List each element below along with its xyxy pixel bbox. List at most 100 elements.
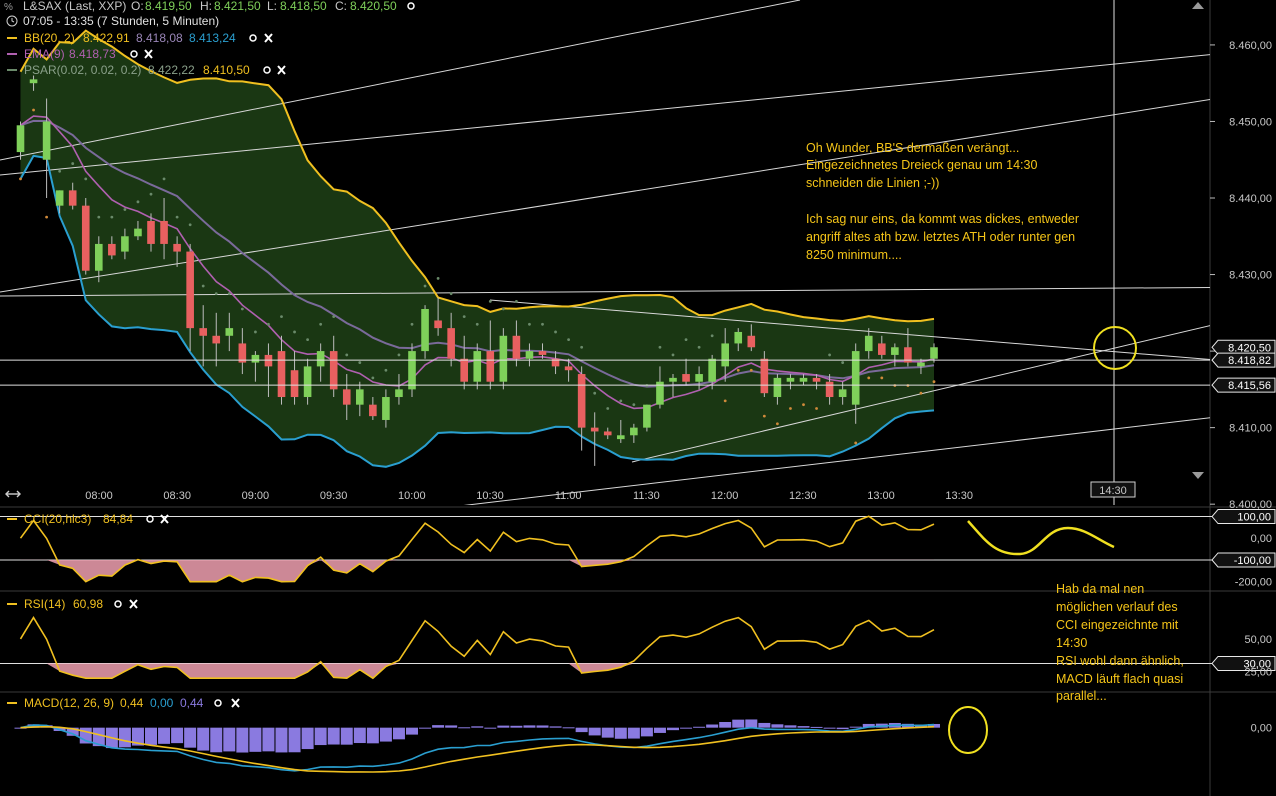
- time-tick-label: 10:00: [398, 490, 426, 502]
- psar-dot: [175, 215, 179, 219]
- psar-dot: [762, 414, 766, 418]
- svg-text:RSI wohl dann ähnlich,: RSI wohl dann ähnlich,: [1056, 654, 1184, 668]
- macd-histogram-bar: [823, 727, 836, 729]
- candle-body: [108, 243, 116, 256]
- psar-dot: [371, 376, 375, 380]
- ema-settings-icon[interactable]: [130, 50, 138, 58]
- psar-dot: [671, 353, 675, 357]
- candle-body: [408, 351, 416, 390]
- candle-body: [186, 251, 194, 329]
- candle-body: [617, 435, 625, 440]
- macd-histogram-bar: [523, 725, 536, 728]
- intersection-circle-macd: [948, 706, 988, 754]
- psar-dot: [736, 368, 740, 372]
- candle-body: [538, 351, 547, 355]
- scroll-up-icon[interactable]: [1192, 2, 1204, 9]
- psar-dot: [919, 391, 923, 395]
- candle-body: [590, 427, 599, 432]
- candle-body: [682, 374, 690, 382]
- rsi-settings-icon[interactable]: [114, 600, 122, 608]
- open-value: 8.419,50: [145, 0, 192, 13]
- legend-bb[interactable]: BB(20, 2) 8.422,91 8.418,08 8.413,24: [7, 31, 273, 45]
- candle-body: [799, 377, 808, 382]
- legend-macd[interactable]: MACD(12, 26, 9) 0,44 0,00 0,44: [7, 696, 240, 710]
- macd-histogram-bar: [640, 727, 653, 737]
- psar-dot: [541, 322, 544, 326]
- macd-histogram-bar: [758, 722, 771, 728]
- rsi-close-icon[interactable]: [129, 599, 138, 609]
- price-axis: 8.400,008.410,008.420,008.430,008.440,00…: [1210, 40, 1272, 511]
- macd-histogram-bar: [549, 726, 562, 728]
- candle-body: [356, 389, 364, 405]
- price-tick-label: 8.450,00: [1229, 116, 1272, 128]
- trend-line: [1209, 25, 1210, 26]
- psar-dot: [58, 169, 62, 173]
- macd-settings-icon[interactable]: [214, 699, 222, 707]
- macd-histogram-bar: [719, 721, 732, 728]
- macd-histogram-bar: [184, 727, 197, 748]
- psar-dot: [749, 368, 753, 372]
- candle-body: [878, 343, 886, 355]
- macd-histogram-bar: [666, 727, 680, 731]
- psar-dot: [776, 422, 779, 426]
- time-tick-label: 11:30: [633, 490, 660, 502]
- price-pane[interactable]: [0, 0, 1276, 560]
- chart-canvas[interactable]: 8.400,008.410,008.420,008.430,008.440,00…: [0, 0, 1276, 796]
- psar-dot: [254, 330, 257, 334]
- macd-pane[interactable]: [14, 719, 941, 773]
- candle-body: [603, 431, 612, 436]
- candle-body: [342, 389, 351, 405]
- candle-body: [212, 335, 221, 344]
- psar-dot: [280, 315, 283, 319]
- macd-histogram-bar: [497, 725, 510, 728]
- time-tick-label: 08:30: [163, 490, 191, 502]
- price-tick-label: 8.440,00: [1229, 193, 1272, 205]
- macd-histogram-bar: [471, 726, 484, 728]
- svg-text:H:: H:: [200, 0, 212, 13]
- candle-body: [630, 427, 638, 436]
- macd-histogram-bar: [680, 727, 693, 729]
- time-tick-label: 10:30: [476, 490, 504, 502]
- macd-histogram-bar: [340, 727, 353, 745]
- svg-text:8.413,24: 8.413,24: [189, 31, 236, 45]
- bb-settings-icon[interactable]: [249, 34, 257, 42]
- price-tag-label: 8.418,82: [1228, 355, 1271, 367]
- macd-histogram-bar: [797, 726, 810, 728]
- psar-dot: [71, 162, 75, 165]
- indicator-tick-label: 25,00: [1244, 667, 1272, 679]
- legend-rsi[interactable]: RSI(14) 60,98: [7, 597, 138, 611]
- macd-histogram-bar: [588, 727, 601, 736]
- psar-dot: [436, 276, 440, 280]
- psar-dot: [397, 353, 401, 357]
- ema-close-icon[interactable]: [144, 49, 153, 59]
- macd-histogram-bar: [706, 724, 719, 728]
- legend-cci[interactable]: CCI(20,hlc3) 84,84: [7, 512, 169, 526]
- macd-histogram-bar: [432, 725, 445, 728]
- macd-histogram-bar: [653, 727, 666, 733]
- psar-dot: [32, 108, 35, 112]
- candle-body: [447, 328, 455, 359]
- candle-body: [812, 377, 821, 382]
- candle-body: [747, 335, 756, 348]
- chart-window[interactable]: 8.400,008.410,008.420,008.430,008.440,00…: [0, 0, 1276, 796]
- macd-histogram-bar: [484, 727, 497, 729]
- bb-close-icon[interactable]: [264, 33, 273, 43]
- candle-body: [16, 125, 25, 153]
- psar-dot: [802, 403, 805, 407]
- cci-pane[interactable]: 100,00 -100,00: [0, 509, 1276, 583]
- macd-histogram-bar: [379, 727, 392, 742]
- scroll-down-icon[interactable]: [1192, 472, 1204, 479]
- horizontal-scroll-icon[interactable]: [5, 490, 21, 498]
- psar-close-icon[interactable]: [277, 65, 286, 75]
- macd-histogram-bar: [262, 727, 275, 752]
- svg-text:EMA(9): EMA(9): [24, 47, 65, 61]
- macd-close-icon[interactable]: [231, 698, 240, 708]
- macd-histogram-bar: [405, 727, 419, 735]
- macd-histogram-bar: [275, 727, 288, 753]
- psar-dot: [19, 177, 22, 181]
- macd-histogram-bar: [392, 727, 405, 740]
- psar-settings-icon[interactable]: [263, 66, 271, 74]
- macd-histogram-bar: [575, 727, 588, 733]
- psar-dot: [501, 307, 505, 311]
- settings-icon[interactable]: [407, 2, 415, 10]
